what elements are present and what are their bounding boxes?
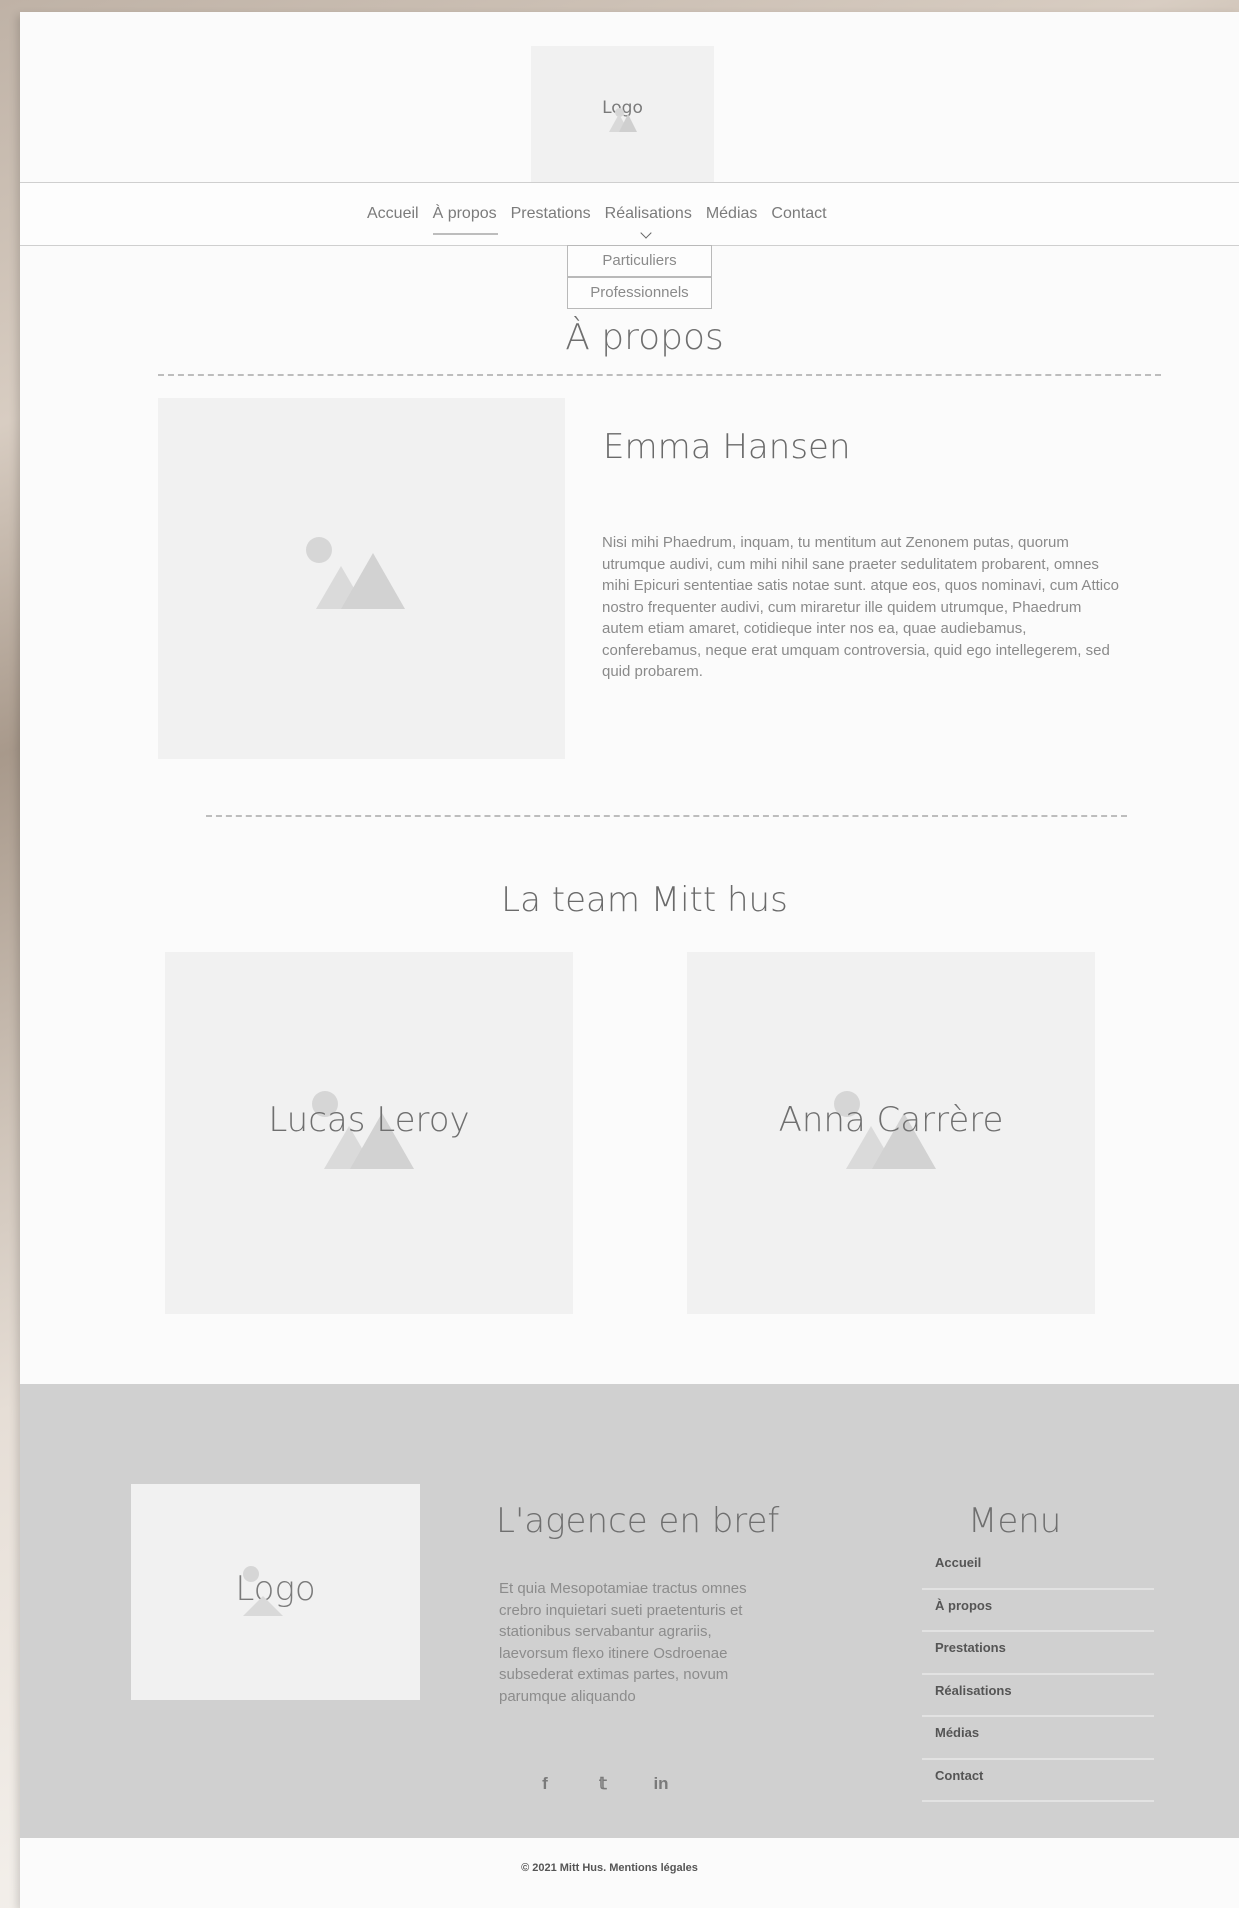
realisations-dropdown: Particuliers Professionnels (567, 245, 712, 309)
nav-item-accueil[interactable]: Accueil (360, 205, 426, 223)
linkedin-icon[interactable]: in (650, 1774, 672, 1794)
image-placeholder-icon (243, 1566, 259, 1582)
image-placeholder-icon (306, 537, 332, 563)
agence-text: Et quia Mesopotamiae tractus omnes crebr… (499, 1580, 747, 1705)
divider (158, 374, 1161, 376)
page: Logo Accueil À propos Prestations Réalis… (20, 12, 1239, 1908)
dropdown-item-professionnels[interactable]: Professionnels (567, 277, 712, 309)
footer-menu-item-accueil[interactable]: Accueil (922, 1547, 1154, 1590)
team-title: La team Mitt hus (501, 880, 788, 920)
nav-item-a-propos[interactable]: À propos (426, 205, 504, 235)
divider (206, 815, 1127, 817)
team-member-name: Anna Carrère (778, 1100, 1004, 1140)
footer-menu-item-a-propos[interactable]: À propos (922, 1590, 1154, 1632)
profile-image (158, 398, 565, 759)
footer-logo[interactable]: Logo (131, 1484, 420, 1700)
nav-item-contact[interactable]: Contact (764, 205, 833, 223)
footer-menu-title: Menu (968, 1501, 1062, 1541)
social-links: f 𝕥 in (534, 1774, 672, 1794)
footer-menu-item-contact[interactable]: Contact (922, 1760, 1154, 1802)
team-member-name: Lucas Leroy (268, 1100, 470, 1140)
footer-menu: Accueil À propos Prestations Réalisation… (922, 1547, 1154, 1802)
nav-item-realisations[interactable]: Réalisations (598, 205, 699, 239)
mountain-icon (619, 114, 637, 132)
facebook-icon[interactable]: f (534, 1774, 556, 1794)
team-card: Anna Carrère (687, 952, 1095, 1314)
mountain-icon (341, 553, 405, 609)
footer-menu-item-prestations[interactable]: Prestations (922, 1632, 1154, 1675)
page-title: À propos (565, 317, 724, 358)
person-name: Emma Hansen (603, 427, 851, 467)
twitter-icon[interactable]: 𝕥 (592, 1774, 614, 1794)
copyright[interactable]: © 2021 Mitt Hus. Mentions légales (0, 1862, 1239, 1874)
nav-item-realisations-label: Réalisations (604, 205, 692, 222)
mountain-icon (243, 1596, 283, 1616)
footer: Logo L'agence en bref Et quia Mesopotami… (20, 1384, 1239, 1838)
team-card: Lucas Leroy (165, 952, 573, 1314)
nav-item-medias[interactable]: Médias (699, 205, 765, 223)
chevron-down-icon (640, 227, 652, 239)
agence-title: L'agence en bref (496, 1501, 780, 1541)
header-logo[interactable]: Logo (531, 46, 714, 192)
footer-menu-item-medias[interactable]: Médias (922, 1717, 1154, 1760)
footer-menu-item-realisations[interactable]: Réalisations (922, 1675, 1154, 1717)
main-nav: Accueil À propos Prestations Réalisation… (20, 182, 1239, 246)
nav-items: Accueil À propos Prestations Réalisation… (360, 205, 834, 239)
person-bio: Nisi mihi Phaedrum, inquam, tu mentitum … (602, 534, 1119, 680)
dropdown-item-particuliers[interactable]: Particuliers (567, 245, 712, 277)
nav-item-prestations[interactable]: Prestations (504, 205, 598, 223)
